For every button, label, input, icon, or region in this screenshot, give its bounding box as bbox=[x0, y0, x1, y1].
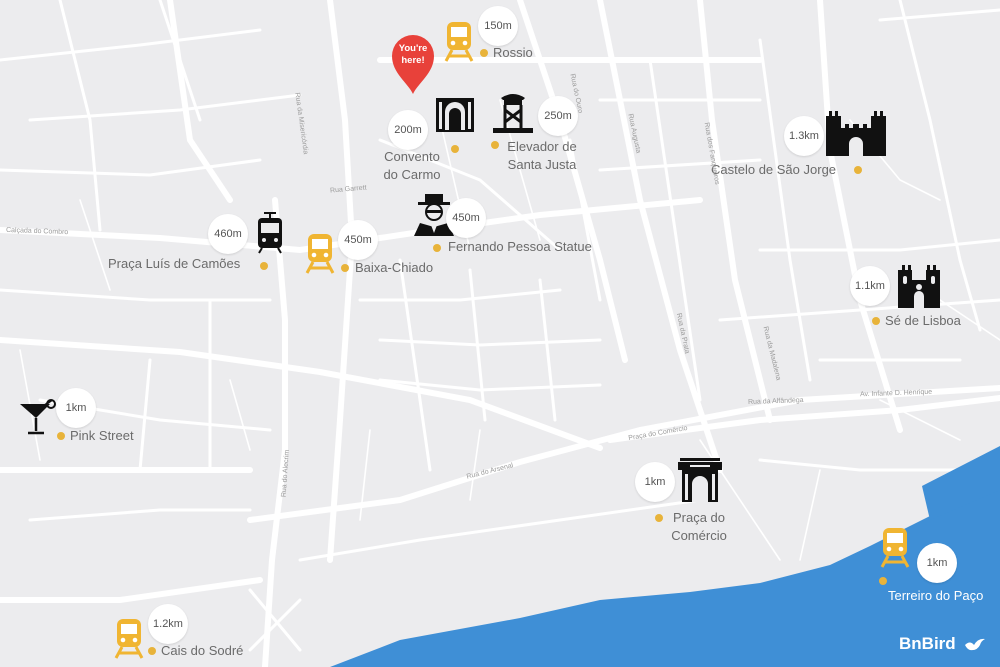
poi-label: Castelo de São Jorge bbox=[711, 162, 837, 177]
distance-badge: 450m bbox=[446, 198, 486, 238]
arch-icon bbox=[678, 458, 722, 502]
distance-badge: 1.1km bbox=[850, 266, 890, 306]
distance-badge: 1.3km bbox=[784, 116, 824, 156]
distance-badge: 1km bbox=[917, 543, 957, 583]
elevator-tower-icon bbox=[493, 94, 533, 133]
location-dot bbox=[879, 577, 887, 585]
poi-label: Baixa-Chiado bbox=[355, 260, 434, 275]
location-dot bbox=[57, 432, 65, 440]
poi-label: Pink Street bbox=[70, 428, 134, 443]
castle-icon bbox=[826, 111, 886, 156]
poi-label: Rossio bbox=[493, 45, 533, 60]
convent-icon bbox=[436, 98, 474, 132]
poi-label: Cais do Sodré bbox=[161, 643, 244, 658]
cocktail-icon bbox=[20, 399, 56, 435]
train-icon bbox=[114, 619, 144, 659]
distance-badge: 150m bbox=[478, 6, 518, 46]
train-icon bbox=[444, 22, 474, 62]
location-dot bbox=[341, 264, 349, 272]
poi-label: Elevador de Santa Justa bbox=[507, 139, 577, 172]
location-dot bbox=[854, 166, 862, 174]
distance-badge: 200m bbox=[388, 110, 428, 150]
distance-badge: 1km bbox=[635, 462, 675, 502]
poi-label: Fernando Pessoa Statue bbox=[448, 239, 592, 254]
brand-logo: BnBird bbox=[899, 634, 956, 653]
location-dot bbox=[433, 244, 441, 252]
poi-label: Terreiro do Paço bbox=[888, 588, 984, 603]
location-dot bbox=[480, 49, 488, 57]
bird-icon bbox=[965, 638, 985, 651]
train-icon bbox=[880, 528, 910, 568]
tram-icon bbox=[258, 212, 282, 254]
distance-badge: 460m bbox=[208, 214, 248, 254]
poi-label: Praça Luís de Camões bbox=[108, 256, 241, 271]
location-dot bbox=[260, 262, 268, 270]
you-are-here-label: You're here! bbox=[398, 43, 428, 66]
poi-label: Sé de Lisboa bbox=[885, 313, 961, 328]
distance-badge: 450m bbox=[338, 220, 378, 260]
poi-label: Praça do Comércio bbox=[671, 510, 727, 543]
location-dot bbox=[872, 317, 880, 325]
distance-badge: 1.2km bbox=[148, 604, 188, 644]
distance-badge: 250m bbox=[538, 96, 578, 136]
location-dot bbox=[148, 647, 156, 655]
cathedral-icon bbox=[898, 265, 940, 308]
train-icon bbox=[305, 234, 335, 274]
poi-label: Convento do Carmo bbox=[383, 149, 441, 182]
distance-badge: 1km bbox=[56, 388, 96, 428]
